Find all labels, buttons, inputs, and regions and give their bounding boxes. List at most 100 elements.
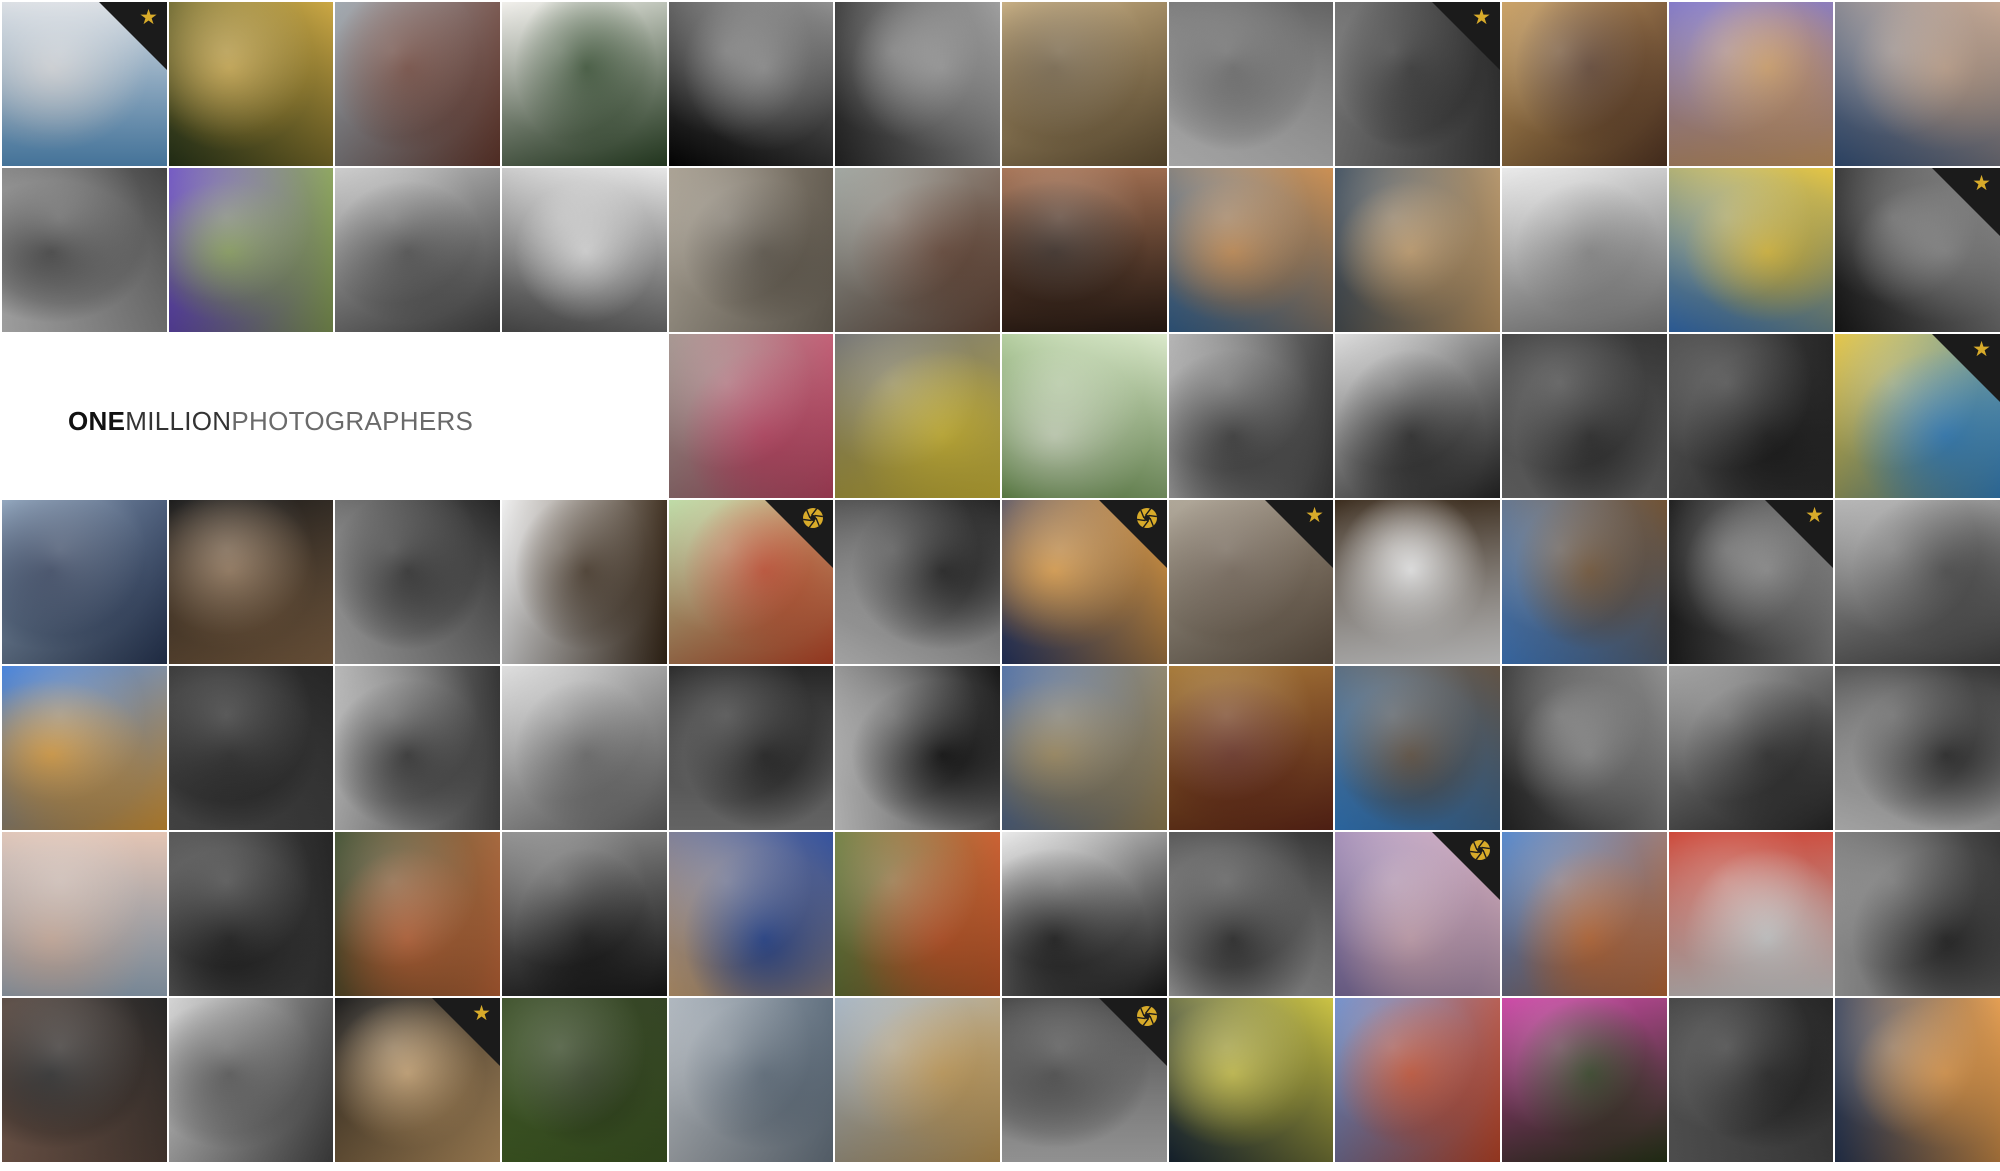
photo-tile[interactable] bbox=[335, 500, 500, 664]
photo-tile[interactable] bbox=[1835, 832, 2000, 996]
photo-tile[interactable] bbox=[1002, 334, 1167, 498]
photo-tile[interactable] bbox=[1169, 334, 1333, 498]
star-icon: ★ bbox=[1472, 5, 1491, 29]
photo-tile[interactable] bbox=[1835, 500, 2000, 664]
photo-tile[interactable]: ★ bbox=[1669, 500, 1833, 664]
photo-tile[interactable] bbox=[1335, 666, 1500, 830]
photo-tile[interactable] bbox=[502, 168, 667, 332]
photo-tile[interactable] bbox=[169, 500, 333, 664]
photo-tile[interactable] bbox=[335, 832, 500, 996]
photo-tile[interactable] bbox=[1002, 832, 1167, 996]
photo-shading bbox=[1502, 500, 1667, 664]
photo-tile[interactable] bbox=[1002, 2, 1167, 166]
photo-shading bbox=[335, 500, 500, 664]
photo-tile[interactable] bbox=[1502, 666, 1667, 830]
photo-tile[interactable] bbox=[169, 832, 333, 996]
photo-tile[interactable] bbox=[169, 2, 333, 166]
photo-tile[interactable] bbox=[835, 832, 1000, 996]
photo-tile[interactable] bbox=[669, 832, 833, 996]
photo-tile[interactable] bbox=[1502, 832, 1667, 996]
photo-tile[interactable] bbox=[1835, 998, 2000, 1162]
photo-tile[interactable] bbox=[502, 500, 667, 664]
photo-tile[interactable] bbox=[1669, 2, 1833, 166]
photo-tile[interactable] bbox=[335, 2, 500, 166]
photo-tile[interactable] bbox=[1669, 334, 1833, 498]
photo-shading bbox=[1502, 998, 1667, 1162]
photo-tile[interactable] bbox=[1002, 998, 1167, 1162]
photo-tile[interactable]: ★ bbox=[1169, 500, 1333, 664]
photo-shading bbox=[335, 666, 500, 830]
photo-tile[interactable] bbox=[1002, 168, 1167, 332]
photo-tile[interactable] bbox=[1669, 666, 1833, 830]
photo-tile[interactable] bbox=[1335, 998, 1500, 1162]
photo-shading bbox=[1169, 832, 1333, 996]
photo-shading bbox=[1502, 666, 1667, 830]
photo-tile[interactable] bbox=[1002, 666, 1167, 830]
photo-tile[interactable]: ★ bbox=[1335, 2, 1500, 166]
photo-tile[interactable] bbox=[1169, 168, 1333, 332]
photo-tile[interactable] bbox=[835, 334, 1000, 498]
star-icon: ★ bbox=[1305, 503, 1324, 527]
photo-tile[interactable] bbox=[669, 2, 833, 166]
photo-shading bbox=[1669, 998, 1833, 1162]
photo-tile[interactable] bbox=[169, 666, 333, 830]
photo-tile[interactable] bbox=[1502, 500, 1667, 664]
featured-star-badge: ★ bbox=[1932, 168, 2000, 236]
photo-tile[interactable] bbox=[669, 168, 833, 332]
photo-tile[interactable] bbox=[835, 168, 1000, 332]
photo-tile[interactable] bbox=[1669, 998, 1833, 1162]
photo-tile[interactable] bbox=[1169, 998, 1333, 1162]
photo-tile[interactable] bbox=[669, 500, 833, 664]
photo-tile[interactable] bbox=[1169, 2, 1333, 166]
photo-tile[interactable] bbox=[669, 666, 833, 830]
photo-tile[interactable] bbox=[1502, 168, 1667, 332]
photo-tile[interactable] bbox=[835, 666, 1000, 830]
photo-tile[interactable] bbox=[1669, 832, 1833, 996]
photo-shading bbox=[2, 500, 167, 664]
photo-shading bbox=[1502, 168, 1667, 332]
photo-tile[interactable] bbox=[2, 666, 167, 830]
photo-tile[interactable] bbox=[1169, 832, 1333, 996]
photo-tile[interactable]: ★ bbox=[335, 998, 500, 1162]
photo-tile[interactable] bbox=[835, 2, 1000, 166]
photo-tile[interactable] bbox=[1835, 666, 2000, 830]
photo-tile[interactable] bbox=[502, 2, 667, 166]
photo-tile[interactable] bbox=[502, 666, 667, 830]
photo-shading bbox=[2, 832, 167, 996]
photo-tile[interactable] bbox=[669, 998, 833, 1162]
photo-tile[interactable] bbox=[835, 500, 1000, 664]
photo-tile[interactable] bbox=[335, 666, 500, 830]
photo-tile[interactable]: ★ bbox=[1835, 334, 2000, 498]
photo-shading bbox=[1002, 334, 1167, 498]
photo-tile[interactable] bbox=[169, 998, 333, 1162]
aperture-icon bbox=[1137, 1006, 1157, 1026]
photo-tile[interactable] bbox=[1502, 2, 1667, 166]
photo-tile[interactable] bbox=[1335, 500, 1500, 664]
photo-tile[interactable] bbox=[1835, 2, 2000, 166]
photo-tile[interactable]: ★ bbox=[2, 2, 167, 166]
photo-tile[interactable] bbox=[502, 832, 667, 996]
photo-tile[interactable] bbox=[2, 168, 167, 332]
photo-tile[interactable] bbox=[2, 832, 167, 996]
photo-shading bbox=[335, 998, 500, 1162]
photo-shading bbox=[335, 168, 500, 332]
photo-tile[interactable] bbox=[1669, 168, 1833, 332]
photo-shading bbox=[502, 666, 667, 830]
photo-tile[interactable] bbox=[1335, 168, 1500, 332]
photo-tile[interactable] bbox=[1335, 832, 1500, 996]
photo-tile[interactable] bbox=[2, 500, 167, 664]
photo-tile[interactable] bbox=[502, 998, 667, 1162]
photo-tile[interactable]: ★ bbox=[1835, 168, 2000, 332]
photo-tile[interactable] bbox=[669, 334, 833, 498]
photo-tile[interactable] bbox=[1002, 500, 1167, 664]
photo-tile[interactable] bbox=[169, 168, 333, 332]
brand-logo[interactable]: ONEMILLIONPHOTOGRAPHERS bbox=[0, 334, 666, 498]
photo-shading bbox=[1335, 168, 1500, 332]
photo-tile[interactable] bbox=[335, 168, 500, 332]
photo-tile[interactable] bbox=[1502, 998, 1667, 1162]
photo-tile[interactable] bbox=[1335, 334, 1500, 498]
photo-tile[interactable] bbox=[1169, 666, 1333, 830]
photo-tile[interactable] bbox=[2, 998, 167, 1162]
photo-tile[interactable] bbox=[1502, 334, 1667, 498]
photo-tile[interactable] bbox=[835, 998, 1000, 1162]
